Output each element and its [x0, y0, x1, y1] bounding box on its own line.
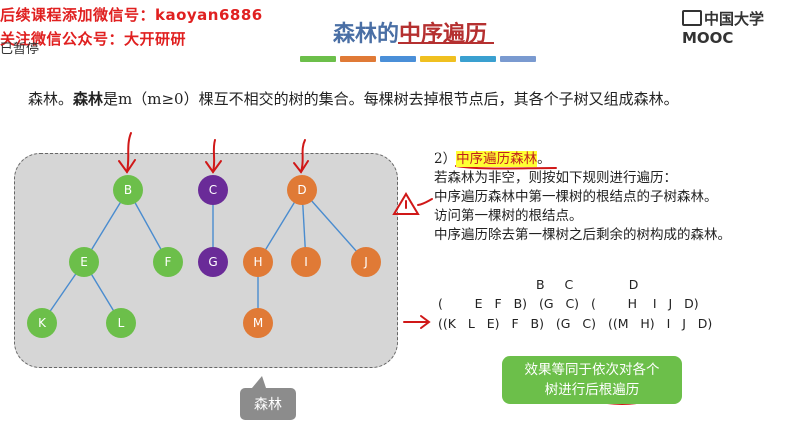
rule-line: 若森林为非空，则按如下规则进行遍历： [434, 170, 677, 186]
postorder-equivalence-callout: 效果等同于依次对各个 树进行后根遍历 [502, 356, 682, 404]
node-l: L [106, 308, 136, 338]
rule-line: 访问第一棵树的根结点。 [434, 208, 583, 224]
node-i: I [291, 247, 321, 277]
sequence-roots: B C D [536, 277, 639, 292]
node-b: B [113, 175, 143, 205]
node-e: E [69, 247, 99, 277]
sequence-line-1: ( E F B) (G C) ( H I J D) [438, 296, 699, 311]
node-g: G [198, 247, 228, 277]
warning-pointer [417, 198, 433, 206]
inorder-rules: 2）中序遍历森林。 若森林为非空，则按如下规则进行遍历： 中序遍历森林中第一棵树… [434, 150, 731, 245]
rule-title-suffix: 。 [537, 151, 551, 167]
root-arrow-c [212, 139, 216, 173]
node-d: D [287, 175, 317, 205]
node-c: C [198, 175, 228, 205]
callout-line-1: 效果等同于依次对各个 [524, 362, 660, 378]
rule-heading: 2）中序遍历森林。 [434, 150, 731, 169]
root-arrowhead-d [293, 160, 309, 174]
rule-line: 中序遍历除去第一棵树之后剩余的树构成的森林。 [434, 227, 731, 243]
rule-number: 2） [434, 151, 457, 167]
forest-label-bubble: 森林 [240, 388, 296, 420]
rule-line: 中序遍历森林中第一棵树的根结点的子树森林。 [434, 189, 718, 205]
node-j: J [351, 247, 381, 277]
callout-line-2: 树进行后根遍历 [544, 382, 640, 398]
rule-title: 中序遍历森林 [456, 151, 538, 167]
node-h: H [243, 247, 273, 277]
node-m: M [243, 308, 273, 338]
sequence-line-2: ((K L E) F B) (G C) ((M H) I J D) [438, 316, 713, 331]
node-f: F [153, 247, 183, 277]
node-k: K [27, 308, 57, 338]
